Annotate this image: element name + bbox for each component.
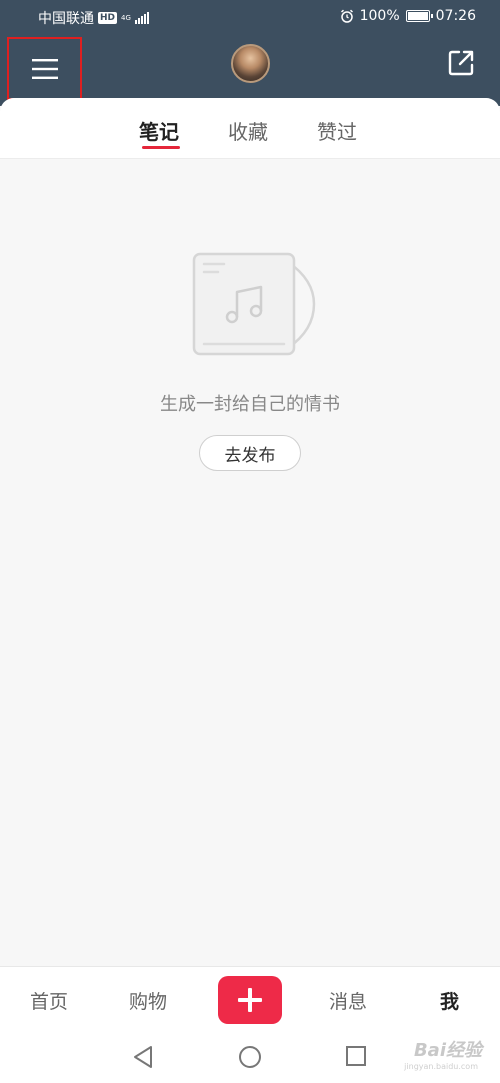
watermark: Bai经验 bbox=[413, 1040, 482, 1061]
network-type: 4G bbox=[121, 13, 131, 22]
tab-underline bbox=[142, 146, 180, 149]
menu-button[interactable] bbox=[7, 37, 82, 100]
home-icon[interactable] bbox=[238, 1045, 262, 1069]
avatar[interactable] bbox=[231, 44, 270, 83]
status-bar: 中国联通 HD 4G 100% 07:26 bbox=[0, 0, 500, 34]
battery-percent: 100% bbox=[359, 8, 400, 24]
share-icon[interactable] bbox=[446, 48, 476, 78]
status-right: 100% 07:26 bbox=[340, 8, 476, 24]
watermark-url: jingyan.baidu.com bbox=[404, 1062, 478, 1071]
clock: 07:26 bbox=[435, 8, 476, 24]
status-left: 中国联通 HD 4G bbox=[38, 8, 149, 28]
hd-badge: HD bbox=[98, 12, 118, 24]
bottom-nav: 首页 购物 消息 我 bbox=[0, 966, 500, 1032]
tab-liked[interactable]: 赞过 bbox=[317, 116, 357, 145]
content-area: 笔记 收藏 赞过 生成一封给自己的情书 去发布 bbox=[0, 98, 500, 966]
alarm-icon bbox=[340, 9, 353, 23]
menu-icon bbox=[31, 58, 58, 79]
tab-notes[interactable]: 笔记 bbox=[139, 116, 179, 145]
plus-icon bbox=[238, 988, 262, 1012]
carrier-label: 中国联通 bbox=[38, 11, 94, 27]
profile-header bbox=[0, 34, 500, 106]
profile-tabs: 笔记 收藏 赞过 bbox=[0, 98, 500, 159]
empty-message: 生成一封给自己的情书 bbox=[160, 394, 340, 415]
tab-favorites[interactable]: 收藏 bbox=[228, 116, 268, 145]
recents-icon[interactable] bbox=[345, 1045, 367, 1067]
nav-me[interactable]: 我 bbox=[440, 987, 459, 1014]
add-post-button[interactable] bbox=[218, 976, 282, 1024]
battery-icon bbox=[405, 10, 433, 22]
nav-messages[interactable]: 消息 bbox=[329, 987, 367, 1014]
back-icon[interactable] bbox=[132, 1045, 154, 1069]
publish-button[interactable]: 去发布 bbox=[199, 435, 301, 471]
music-album-icon bbox=[192, 252, 316, 356]
signal-icon bbox=[134, 12, 149, 24]
nav-shopping[interactable]: 购物 bbox=[129, 987, 167, 1014]
nav-home[interactable]: 首页 bbox=[30, 987, 68, 1014]
